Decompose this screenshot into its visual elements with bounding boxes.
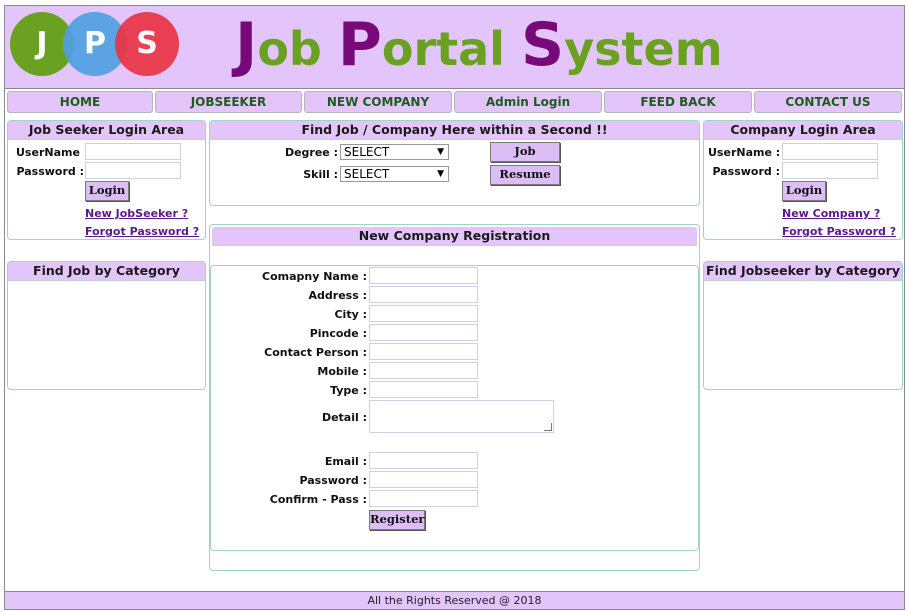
page-frame: J P S Job Portal System HOME JOBSEEKER N…	[4, 5, 905, 610]
resize-grip-icon[interactable]	[544, 423, 552, 431]
nav-contact-us[interactable]: CONTACT US	[754, 91, 902, 113]
company-forgot-password-link[interactable]: Forgot Password ?	[782, 225, 896, 238]
panel-title: Company Login Area	[704, 121, 902, 140]
degree-select-value: SELECT	[344, 145, 390, 159]
search-resume-button[interactable]: Resume	[490, 165, 560, 185]
jobseeker-login-button[interactable]: Login	[85, 181, 129, 201]
site-title: Job Portal System	[235, 10, 723, 95]
username-label: UserName :	[708, 146, 781, 159]
password-label: Password :	[299, 474, 367, 487]
nav-feed-back[interactable]: FEED BACK	[604, 91, 752, 113]
type-input[interactable]	[369, 381, 478, 398]
city-label: City :	[334, 308, 367, 321]
confirm-pass-label: Confirm - Pass :	[269, 493, 367, 506]
dropdown-arrow-icon: ▼	[437, 147, 444, 157]
mobile-input[interactable]	[369, 362, 478, 379]
degree-select[interactable]: SELECT ▼	[340, 144, 449, 160]
site-title-part: S	[520, 10, 565, 80]
site-title-part: ystem	[564, 22, 723, 76]
panel-title: New Company Registration	[212, 227, 697, 246]
site-title-part: P	[337, 10, 382, 80]
type-label: Type :	[330, 384, 367, 397]
password-label: Password :	[712, 165, 780, 178]
nav-jobseeker[interactable]: JOBSEEKER	[155, 91, 302, 113]
jobseeker-username-input[interactable]	[85, 143, 181, 160]
new-jobseeker-link[interactable]: New JobSeeker ?	[85, 207, 188, 220]
site-header: J P S Job Portal System	[5, 6, 904, 89]
company-registration-panel: New Company Registration Comapny Name : …	[209, 224, 700, 571]
site-footer: All the Rights Reserved @ 2018	[5, 591, 904, 609]
password-input[interactable]	[369, 471, 478, 488]
new-company-link[interactable]: New Company ?	[782, 207, 880, 220]
pincode-input[interactable]	[369, 324, 478, 341]
password-label: Password :	[16, 165, 84, 178]
site-title-part: ortal	[381, 22, 521, 76]
contact-person-input[interactable]	[369, 343, 478, 360]
logo-circle-s: S	[115, 12, 179, 76]
jobseeker-login-panel: Job Seeker Login Area UserName : Passwor…	[7, 120, 206, 240]
nav-admin-login[interactable]: Admin Login	[454, 91, 602, 113]
site-title-part: ob	[257, 22, 338, 76]
panel-title: Find Job / Company Here within a Second …	[210, 121, 699, 140]
find-jobseeker-category-panel: Find Jobseeker by Category	[703, 261, 903, 390]
company-password-input[interactable]	[782, 162, 878, 179]
mobile-label: Mobile :	[317, 365, 367, 378]
address-label: Address :	[308, 289, 367, 302]
pincode-label: Pincode :	[309, 327, 367, 340]
company-login-button[interactable]: Login	[782, 181, 826, 201]
panel-title: Find Jobseeker by Category	[704, 262, 902, 281]
main-nav: HOME JOBSEEKER NEW COMPANY Admin Login F…	[5, 90, 904, 115]
confirm-pass-input[interactable]	[369, 490, 478, 507]
nav-new-company[interactable]: NEW COMPANY	[304, 91, 452, 113]
find-job-category-panel: Find Job by Category	[7, 261, 206, 390]
skill-select-value: SELECT	[344, 167, 390, 181]
search-job-button[interactable]: Job	[490, 142, 560, 162]
site-title-part: J	[235, 10, 258, 80]
degree-label: Degree :	[284, 146, 338, 159]
city-input[interactable]	[369, 305, 478, 322]
email-label: Email :	[324, 455, 367, 468]
dropdown-arrow-icon: ▼	[437, 169, 444, 179]
panel-title: Job Seeker Login Area	[8, 121, 205, 140]
job-search-panel: Find Job / Company Here within a Second …	[209, 120, 700, 206]
address-input[interactable]	[369, 286, 478, 303]
company-name-label: Comapny Name :	[262, 270, 367, 283]
jobseeker-password-input[interactable]	[85, 162, 181, 179]
registration-form: Comapny Name : Address : City : Pincode …	[210, 265, 699, 551]
register-button[interactable]: Register	[369, 510, 425, 530]
skill-select[interactable]: SELECT ▼	[340, 166, 449, 182]
username-label: UserName :	[16, 146, 89, 159]
detail-textarea[interactable]	[369, 400, 554, 433]
contact-person-label: Contact Person :	[264, 346, 367, 359]
company-name-input[interactable]	[369, 267, 478, 284]
company-login-panel: Company Login Area UserName : Password :…	[703, 120, 903, 240]
email-input[interactable]	[369, 452, 478, 469]
jobseeker-forgot-password-link[interactable]: Forgot Password ?	[85, 225, 199, 238]
detail-label: Detail :	[321, 411, 367, 424]
panel-title: Find Job by Category	[8, 262, 205, 281]
company-username-input[interactable]	[782, 143, 878, 160]
nav-home[interactable]: HOME	[7, 91, 153, 113]
skill-label: Skill :	[303, 168, 338, 181]
